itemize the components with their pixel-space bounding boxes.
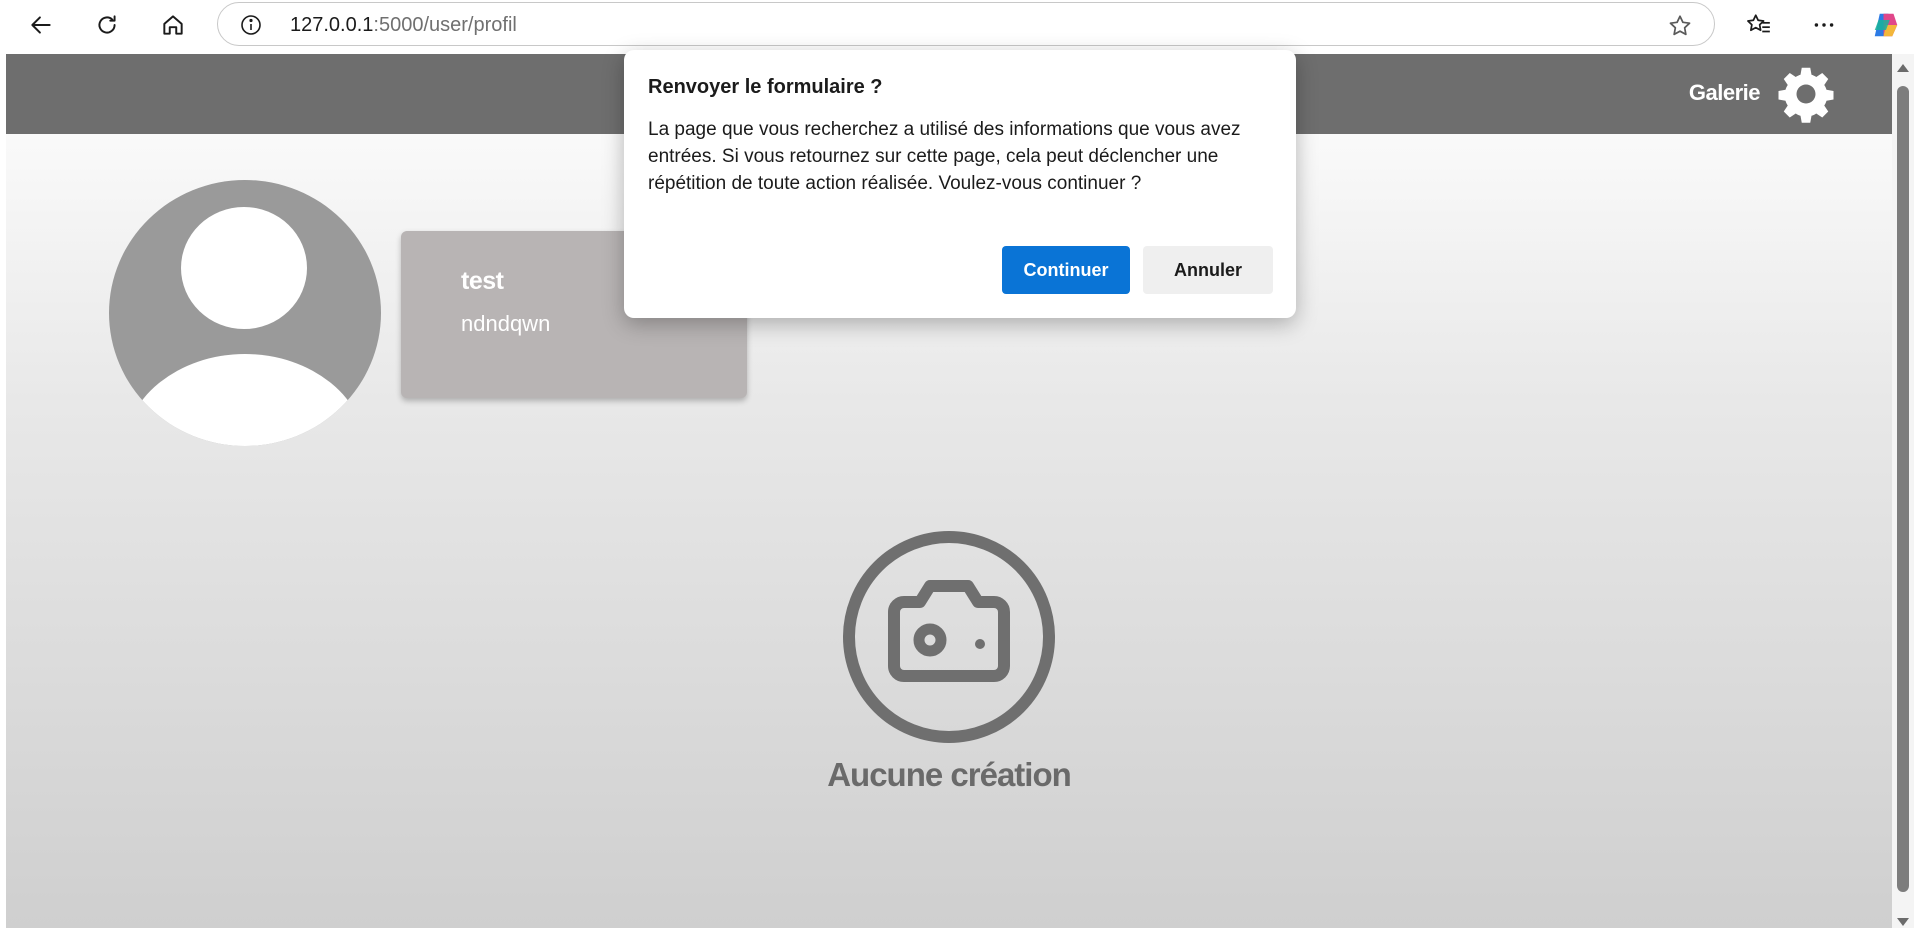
more-icon bbox=[1814, 23, 1834, 27]
avatar bbox=[109, 180, 381, 446]
empty-state-label: Aucune création bbox=[827, 756, 1072, 793]
star-icon bbox=[1669, 15, 1691, 36]
continue-button[interactable]: Continuer bbox=[1002, 246, 1130, 294]
favorites-button[interactable] bbox=[1739, 6, 1779, 44]
url-text[interactable]: 127.0.0.1:5000/user/profil bbox=[290, 14, 517, 37]
dialog-title: Renvoyer le formulaire ? bbox=[648, 76, 883, 98]
avatar-body-shape bbox=[123, 354, 367, 446]
camera-icon bbox=[843, 531, 1055, 743]
favorites-icon bbox=[1747, 14, 1770, 33]
copilot-icon bbox=[1874, 13, 1898, 37]
gear-icon[interactable] bbox=[1776, 64, 1836, 124]
cancel-button[interactable]: Annuler bbox=[1143, 246, 1273, 294]
site-info-icon[interactable] bbox=[238, 12, 264, 38]
url-host: 127.0.0.1 bbox=[290, 14, 374, 36]
arrow-left-icon bbox=[31, 16, 51, 34]
home-icon bbox=[163, 15, 183, 35]
scroll-thumb[interactable] bbox=[1897, 86, 1909, 892]
address-bar[interactable]: 127.0.0.1:5000/user/profil bbox=[217, 2, 1715, 46]
scroll-down-arrow-icon[interactable] bbox=[1897, 918, 1909, 926]
copilot-button[interactable] bbox=[1866, 6, 1906, 44]
add-favorite-button[interactable] bbox=[1666, 12, 1694, 40]
home-button[interactable] bbox=[153, 6, 193, 44]
more-menu-button[interactable] bbox=[1804, 6, 1844, 44]
dialog-message: La page que vous recherchez a utilisé de… bbox=[648, 119, 1241, 194]
reload-button[interactable] bbox=[87, 6, 127, 44]
url-path: :5000/user/profil bbox=[373, 14, 517, 36]
reload-icon bbox=[98, 15, 116, 34]
gallery-link[interactable]: Galerie bbox=[1689, 80, 1761, 106]
page-scrollbar[interactable] bbox=[1892, 54, 1914, 928]
resubmit-form-dialog: Renvoyer le formulaire ? La page que vou… bbox=[624, 50, 1296, 318]
scroll-up-arrow-icon[interactable] bbox=[1897, 64, 1909, 72]
user-description: ndndqwn bbox=[461, 311, 551, 336]
back-button[interactable] bbox=[21, 6, 61, 44]
avatar-head-shape bbox=[181, 207, 307, 329]
browser-toolbar: 127.0.0.1:5000/user/profil bbox=[0, 0, 1914, 52]
user-name: test bbox=[461, 267, 504, 295]
